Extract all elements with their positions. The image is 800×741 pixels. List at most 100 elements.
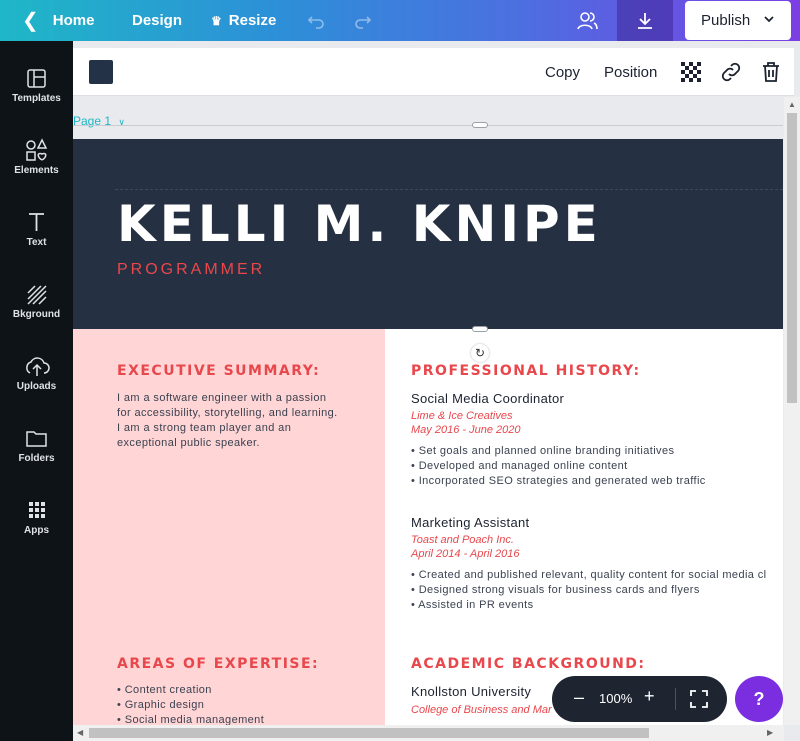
sidebar-item-text[interactable]: Text: [0, 207, 73, 267]
sidebar-item-uploads[interactable]: Uploads: [0, 351, 73, 411]
home-label: Home: [52, 12, 95, 29]
scroll-right-icon[interactable]: ▶: [767, 728, 773, 737]
top-bar: ❮ Home Design ♛ Resize Publish: [0, 0, 800, 41]
job-dates: May 2016 - June 2020: [411, 424, 521, 436]
job-company: Lime & Ice Creatives: [411, 410, 513, 422]
redo-icon: [355, 15, 372, 29]
background-icon: [27, 285, 47, 305]
job-title[interactable]: Marketing Assistant: [411, 515, 529, 530]
summary-text[interactable]: I am a software engineer with a passion …: [117, 391, 342, 451]
job-bullets[interactable]: • Set goals and planned online branding …: [411, 444, 706, 489]
sidebar-item-label: Uploads: [16, 381, 57, 392]
left-column: EXECUTIVE SUMMARY: I am a software engin…: [73, 329, 385, 725]
undo-button[interactable]: [306, 0, 326, 41]
job-bullets[interactable]: • Created and published relevant, qualit…: [411, 568, 767, 613]
resume-role[interactable]: PROGRAMMER: [117, 261, 265, 279]
templates-icon: [27, 69, 46, 88]
scroll-up-icon[interactable]: ▲: [788, 100, 796, 109]
school-name[interactable]: Knollston University: [411, 684, 531, 699]
resize-handle-top[interactable]: [472, 122, 488, 128]
copy-button[interactable]: Copy: [545, 64, 580, 81]
transparency-button[interactable]: [680, 61, 702, 83]
link-button[interactable]: [720, 61, 742, 83]
zoom-level[interactable]: 100%: [599, 691, 632, 706]
resume-page: KELLI M. KNIPE PROGRAMMER EXECUTIVE SUMM…: [73, 139, 783, 725]
expertise-heading[interactable]: AREAS OF EXPERTISE:: [117, 656, 319, 672]
share-people-button[interactable]: [576, 0, 600, 41]
folders-icon: [26, 431, 47, 447]
scroll-left-icon[interactable]: ◀: [77, 728, 83, 737]
apps-icon: [29, 502, 45, 518]
resize-button[interactable]: ♛ Resize: [211, 0, 276, 41]
design-menu-button[interactable]: Design: [132, 0, 182, 41]
right-column: PROFESSIONAL HISTORY: Social Media Coord…: [385, 329, 783, 725]
vertical-scrollbar[interactable]: ▲: [784, 97, 800, 725]
job-title[interactable]: Social Media Coordinator: [411, 391, 564, 406]
list-item: • Developed and managed online content: [411, 460, 628, 472]
resize-label: Resize: [228, 12, 277, 29]
job-meta[interactable]: Toast and Poach Inc. April 2014 - April …: [411, 533, 519, 561]
elements-icon: [26, 138, 48, 161]
history-heading[interactable]: PROFESSIONAL HISTORY:: [411, 363, 641, 379]
sidebar-item-label: Apps: [24, 525, 49, 536]
zoom-in-button[interactable]: +: [644, 686, 655, 707]
college-name[interactable]: College of Business and Mar: [411, 703, 552, 717]
sidebar-item-label: Bkground: [12, 309, 61, 320]
resize-handle-bottom[interactable]: [472, 326, 488, 332]
delete-button[interactable]: [760, 61, 782, 83]
job-dates: April 2014 - April 2016: [411, 548, 520, 560]
job-meta[interactable]: Lime & Ice Creatives May 2016 - June 202…: [411, 409, 520, 437]
sidebar-item-folders[interactable]: Folders: [0, 423, 73, 483]
publish-button[interactable]: Publish: [685, 1, 791, 40]
link-icon: [721, 62, 741, 82]
list-item: • Created and published relevant, qualit…: [411, 569, 767, 581]
sidebar-item-background[interactable]: Bkground: [0, 279, 73, 339]
zoom-control: – 100% +: [552, 676, 727, 722]
zoom-out-button[interactable]: –: [574, 687, 584, 708]
position-button[interactable]: Position: [604, 64, 657, 81]
sidebar-item-label: Text: [26, 237, 47, 248]
text-icon: [29, 213, 44, 231]
home-button[interactable]: ❮ Home: [22, 0, 94, 41]
list-item: • Social media management: [117, 714, 265, 725]
summary-heading[interactable]: EXECUTIVE SUMMARY:: [117, 363, 320, 379]
resume-header[interactable]: KELLI M. KNIPE PROGRAMMER: [73, 139, 783, 329]
job-company: Toast and Poach Inc.: [411, 534, 514, 546]
list-item: • Assisted in PR events: [411, 599, 534, 611]
sidebar-item-elements[interactable]: Elements: [0, 135, 73, 195]
color-swatch-button[interactable]: [89, 60, 113, 84]
design-canvas[interactable]: Page 1 ∨ KELLI M. KNIPE PROGRAMMER EXECU…: [73, 97, 783, 725]
chevron-left-icon: ❮: [22, 10, 39, 32]
list-item: • Graphic design: [117, 699, 205, 711]
sidebar-item-apps[interactable]: Apps: [0, 495, 73, 555]
list-item: • Set goals and planned online branding …: [411, 445, 675, 457]
expertise-list[interactable]: • Content creation • Graphic design • So…: [117, 683, 264, 725]
uploads-icon: [26, 357, 50, 376]
transparency-icon: [681, 62, 701, 82]
trash-icon: [763, 62, 779, 82]
sidebar-item-label: Elements: [14, 165, 59, 176]
resume-name[interactable]: KELLI M. KNIPE: [117, 195, 602, 253]
download-icon: [638, 12, 652, 29]
academic-heading[interactable]: ACADEMIC BACKGROUND:: [411, 656, 646, 672]
download-button[interactable]: [617, 0, 673, 41]
sidebar-item-templates[interactable]: Templates: [0, 63, 73, 123]
context-toolbar: Copy Position: [73, 48, 794, 96]
vertical-scroll-thumb[interactable]: [787, 113, 797, 403]
list-item: • Incorporated SEO strategies and genera…: [411, 475, 706, 487]
rotate-handle[interactable]: ↻: [471, 344, 489, 362]
fullscreen-icon[interactable]: [689, 689, 709, 709]
horizontal-scrollbar[interactable]: ◀ ▶: [73, 725, 784, 741]
crown-icon: ♛: [211, 13, 222, 28]
left-sidebar: Templates Elements Text Bkground Uploads…: [0, 41, 73, 741]
rotate-icon: ↻: [474, 346, 486, 360]
redo-button[interactable]: [353, 0, 373, 41]
people-icon: [577, 11, 598, 29]
list-item: • Content creation: [117, 684, 212, 696]
divider: [675, 688, 676, 710]
horizontal-scroll-thumb[interactable]: [89, 728, 649, 738]
undo-icon: [307, 15, 324, 29]
publish-label: Publish: [701, 12, 751, 29]
help-button[interactable]: ?: [735, 676, 783, 722]
page-divider: [73, 125, 783, 126]
